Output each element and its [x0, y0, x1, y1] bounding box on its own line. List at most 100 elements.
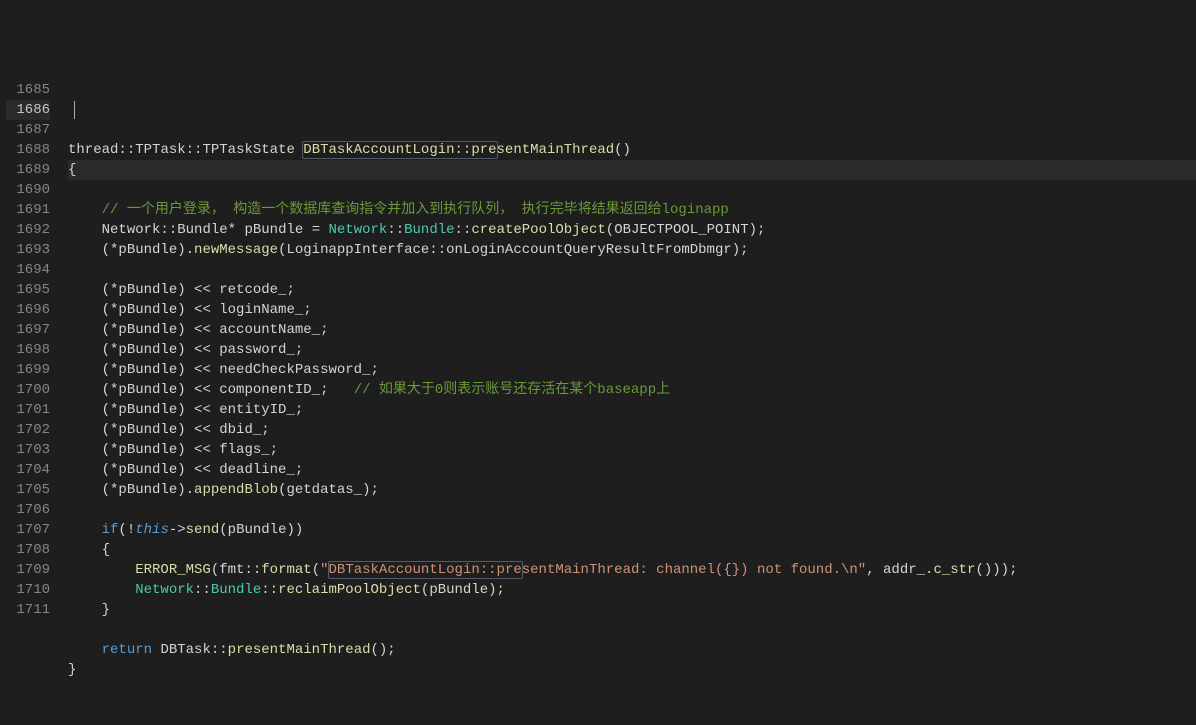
token-id: accountName_ — [219, 322, 320, 338]
code-line[interactable]: if(!this->send(pBundle)) — [68, 520, 1196, 540]
code-line[interactable]: (*pBundle) << accountName_; — [68, 320, 1196, 340]
text-cursor — [74, 101, 75, 119]
token-id: pBundle — [118, 482, 177, 498]
token-id: needCheckPassword_ — [219, 362, 370, 378]
token-id: pBundle — [118, 302, 177, 318]
code-line[interactable]: Network::Bundle* pBundle = Network::Bund… — [68, 220, 1196, 240]
token-op: :: — [211, 642, 228, 658]
token-id: pBundle — [118, 382, 177, 398]
code-line[interactable]: (*pBundle) << loginName_; — [68, 300, 1196, 320]
token-id: Network — [102, 222, 161, 238]
code-line[interactable]: Network::Bundle::reclaimPoolObject(pBund… — [68, 580, 1196, 600]
line-number: 1691 — [6, 200, 50, 220]
token-type: Network — [329, 222, 388, 238]
code-line[interactable]: { — [68, 160, 1196, 180]
token-op: ( — [606, 222, 614, 238]
line-number: 1705 — [6, 480, 50, 500]
token-fn: createPoolObject — [471, 222, 605, 238]
code-line[interactable]: // 一个用户登录， 构造一个数据库查询指令并加入到执行队列， 执行完毕将结果返… — [68, 200, 1196, 220]
line-number: 1685 — [6, 80, 50, 100]
token-op: ( — [211, 562, 219, 578]
token-op: ( — [219, 522, 227, 538]
code-line[interactable]: (*pBundle) << componentID_; // 如果大于0则表示账… — [68, 380, 1196, 400]
token-id: LoginappInterface — [286, 242, 429, 258]
token-op: ; — [303, 302, 311, 318]
token-fn: presentMainThread — [228, 642, 371, 658]
token-sp — [68, 482, 102, 498]
token-op: { — [68, 162, 76, 178]
line-number: 1686 — [6, 100, 50, 120]
code-line[interactable] — [68, 180, 1196, 200]
code-line[interactable] — [68, 500, 1196, 520]
token-sp — [68, 302, 102, 318]
code-line[interactable]: (*pBundle) << password_; — [68, 340, 1196, 360]
code-line[interactable]: (*pBundle).appendBlob(getdatas_); — [68, 480, 1196, 500]
token-op: ); — [362, 482, 379, 498]
token-op: ; — [261, 422, 269, 438]
token-sp — [68, 642, 102, 658]
token-type: Bundle — [404, 222, 454, 238]
token-op: (* — [102, 342, 119, 358]
token-sp — [68, 342, 102, 358]
token-op: :: — [160, 222, 177, 238]
token-id: TPTaskState — [202, 142, 303, 158]
token-id: pBundle — [118, 242, 177, 258]
token-sp — [68, 522, 102, 538]
token-op: ; — [295, 342, 303, 358]
code-line[interactable]: (*pBundle) << entityID_; — [68, 400, 1196, 420]
token-sp — [68, 582, 135, 598]
token-op: :: — [455, 222, 472, 238]
token-id: pBundle — [244, 222, 311, 238]
code-line[interactable]: thread::TPTask::TPTaskState DBTaskAccoun… — [68, 140, 1196, 160]
token-id: pBundle — [228, 522, 287, 538]
token-op: (* — [102, 302, 119, 318]
token-op: (* — [102, 382, 119, 398]
token-id: TPTask — [135, 142, 185, 158]
code-line[interactable]: } — [68, 660, 1196, 680]
token-kw-i: this — [135, 522, 169, 538]
token-id: Bundle — [177, 222, 227, 238]
line-number: 1707 — [6, 520, 50, 540]
code-line[interactable]: (*pBundle) << dbid_; — [68, 420, 1196, 440]
token-id: pBundle — [118, 402, 177, 418]
code-editor[interactable]: 1685168616871688168916901691169216931694… — [0, 80, 1196, 625]
token-op: :: — [186, 142, 203, 158]
token-id: flags_ — [219, 442, 269, 458]
token-id: pBundle — [118, 362, 177, 378]
token-kw: if — [102, 522, 119, 538]
code-line[interactable]: (*pBundle).newMessage(LoginappInterface:… — [68, 240, 1196, 260]
token-cmt: // 一个用户登录， 构造一个数据库查询指令并加入到执行队列， 执行完毕将结果返… — [102, 202, 729, 218]
code-line[interactable]: (*pBundle) << retcode_; — [68, 280, 1196, 300]
token-sp — [68, 602, 102, 618]
token-op: ) << — [177, 442, 219, 458]
code-line[interactable]: } — [68, 600, 1196, 620]
token-op: ( — [312, 562, 320, 578]
token-op: ). — [177, 482, 194, 498]
code-line[interactable] — [68, 260, 1196, 280]
token-sp — [68, 282, 102, 298]
code-area[interactable]: thread::TPTask::TPTaskState DBTaskAccoun… — [60, 80, 1196, 625]
code-line[interactable]: ERROR_MSG(fmt::format("DBTaskAccountLogi… — [68, 560, 1196, 580]
search-highlight: DBTaskAccountLogin::pre — [302, 141, 497, 159]
code-line[interactable]: { — [68, 540, 1196, 560]
token-op: ; — [286, 282, 294, 298]
token-op: ; — [320, 322, 328, 338]
code-line[interactable]: (*pBundle) << deadline_; — [68, 460, 1196, 480]
token-id: pBundle — [429, 582, 488, 598]
token-op: (* — [102, 422, 119, 438]
token-op: } — [68, 662, 76, 678]
token-id: pBundle — [118, 442, 177, 458]
token-op: } — [102, 602, 110, 618]
code-line[interactable]: (*pBundle) << flags_; — [68, 440, 1196, 460]
code-line[interactable]: (*pBundle) << needCheckPassword_; — [68, 360, 1196, 380]
token-fn: newMessage — [194, 242, 278, 258]
token-id: entityID_ — [219, 402, 295, 418]
token-op — [152, 642, 160, 658]
code-line[interactable] — [68, 620, 1196, 640]
token-str: sentMainThread: channel({}) not found.\n… — [522, 562, 866, 578]
token-kw: return — [102, 642, 152, 658]
token-op: ) << — [177, 422, 219, 438]
code-line[interactable]: return DBTask::presentMainThread(); — [68, 640, 1196, 660]
token-op: (* — [102, 242, 119, 258]
token-id: onLoginAccountQueryResultFromDbmgr — [446, 242, 732, 258]
